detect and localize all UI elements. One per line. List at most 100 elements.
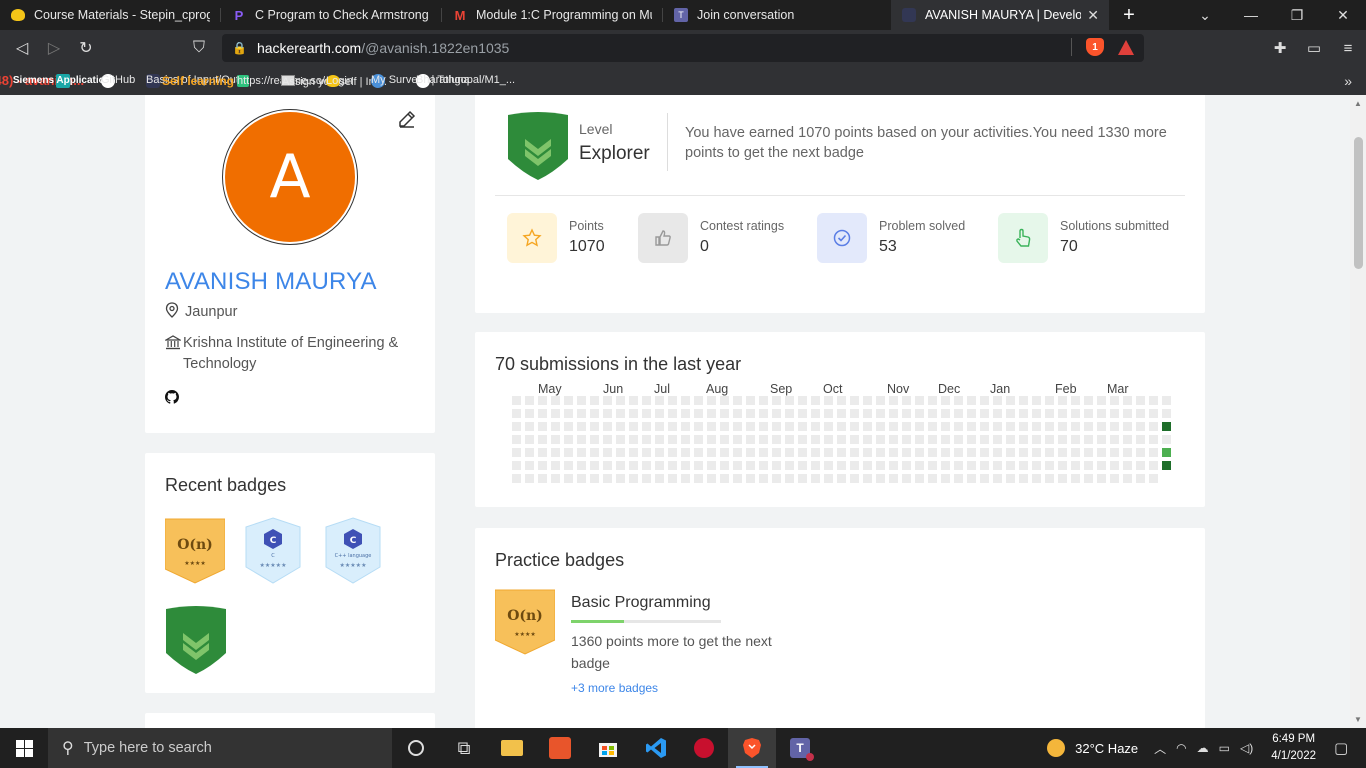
- windows-start-icon[interactable]: [0, 728, 48, 768]
- bookmark-9[interactable]: Bharathgopal/M1_...: [415, 73, 515, 89]
- heatmap-cell[interactable]: [746, 409, 755, 418]
- heatmap-cell[interactable]: [915, 435, 924, 444]
- heatmap-cell[interactable]: [824, 474, 833, 483]
- heatmap-cell[interactable]: [1084, 435, 1093, 444]
- heatmap-cell[interactable]: [1019, 448, 1028, 457]
- heatmap-cell[interactable]: [980, 474, 989, 483]
- heatmap-cell[interactable]: [1136, 435, 1145, 444]
- scrollbar-thumb[interactable]: [1354, 137, 1363, 269]
- heatmap-cell[interactable]: [629, 409, 638, 418]
- heatmap-cell[interactable]: [707, 448, 716, 457]
- heatmap-cell[interactable]: [1136, 474, 1145, 483]
- brave-rewards-icon[interactable]: [1118, 39, 1134, 55]
- heatmap-cell[interactable]: [1058, 396, 1067, 405]
- bookmark-6[interactable]: Assign yourself | Int...: [280, 73, 387, 89]
- heatmap-cell[interactable]: [1149, 474, 1158, 483]
- heatmap-cell[interactable]: [1110, 422, 1119, 431]
- wifi-icon[interactable]: ◠: [1176, 741, 1186, 755]
- heatmap-cell[interactable]: [772, 461, 781, 470]
- heatmap-cell[interactable]: [1097, 435, 1106, 444]
- heatmap-cell[interactable]: [1019, 474, 1028, 483]
- heatmap-cell[interactable]: [785, 422, 794, 431]
- heatmap-cell[interactable]: [902, 461, 911, 470]
- heatmap-cell[interactable]: [538, 396, 547, 405]
- heatmap-cell[interactable]: [1097, 474, 1106, 483]
- heatmap-cell[interactable]: [993, 435, 1002, 444]
- heatmap-cell[interactable]: [850, 422, 859, 431]
- heatmap-cell[interactable]: [954, 409, 963, 418]
- reload-icon[interactable]: ↻: [70, 32, 102, 64]
- heatmap-cell[interactable]: [1123, 409, 1132, 418]
- heatmap-cell[interactable]: [759, 396, 768, 405]
- heatmap-cell[interactable]: [512, 435, 521, 444]
- heatmap-cell[interactable]: [785, 474, 794, 483]
- heatmap-cell[interactable]: [538, 474, 547, 483]
- heatmap-cell[interactable]: [915, 461, 924, 470]
- heatmap-cell[interactable]: [967, 474, 976, 483]
- heatmap-cell[interactable]: [564, 422, 573, 431]
- heatmap-cell[interactable]: [824, 461, 833, 470]
- heatmap-cell[interactable]: [694, 396, 703, 405]
- heatmap-cell[interactable]: [798, 422, 807, 431]
- heatmap-cell[interactable]: [993, 422, 1002, 431]
- store-icon[interactable]: [584, 728, 632, 768]
- heatmap-cell[interactable]: [720, 435, 729, 444]
- heatmap-cell[interactable]: [733, 474, 742, 483]
- heatmap-cell[interactable]: [577, 409, 586, 418]
- heatmap-cell[interactable]: [1123, 396, 1132, 405]
- volume-icon[interactable]: ◁): [1240, 741, 1253, 755]
- heatmap-cell[interactable]: [837, 396, 846, 405]
- heatmap-cell[interactable]: [577, 422, 586, 431]
- heatmap-cell[interactable]: [746, 422, 755, 431]
- heatmap-cell[interactable]: [629, 474, 638, 483]
- heatmap-cell[interactable]: [590, 396, 599, 405]
- heatmap-cell[interactable]: [863, 409, 872, 418]
- heatmap-cell[interactable]: [850, 409, 859, 418]
- heatmap-cell[interactable]: [616, 461, 625, 470]
- heatmap-cell[interactable]: [746, 448, 755, 457]
- heatmap-cell[interactable]: [1136, 448, 1145, 457]
- heatmap-cell[interactable]: [1045, 474, 1054, 483]
- heatmap-cell[interactable]: [1149, 409, 1158, 418]
- taskbar-search[interactable]: ⚲ Type here to search: [48, 728, 392, 768]
- heatmap-cell[interactable]: [993, 396, 1002, 405]
- heatmap-cell[interactable]: [603, 435, 612, 444]
- basic-programming-badge[interactable]: O(n) ★★★★: [494, 588, 556, 656]
- heatmap-cell[interactable]: [954, 435, 963, 444]
- heatmap-cell[interactable]: [980, 396, 989, 405]
- heatmap-cell[interactable]: [889, 474, 898, 483]
- heatmap-cell[interactable]: [941, 448, 950, 457]
- heatmap-cell[interactable]: [720, 474, 729, 483]
- forward-icon[interactable]: ▷: [38, 32, 70, 64]
- heatmap-cell[interactable]: [1097, 448, 1106, 457]
- heatmap-cell[interactable]: [941, 474, 950, 483]
- bookmark-7[interactable]: Login: [325, 73, 353, 89]
- heatmap-cell[interactable]: [980, 461, 989, 470]
- cpp-badge[interactable]: C C++ language ★★★★★: [325, 517, 385, 585]
- heatmap-cell[interactable]: [902, 396, 911, 405]
- heatmap-cell[interactable]: [1084, 448, 1093, 457]
- heatmap-cell[interactable]: [1084, 474, 1093, 483]
- heatmap-cell[interactable]: [707, 409, 716, 418]
- heatmap-cell[interactable]: [1071, 422, 1080, 431]
- heatmap-cell[interactable]: [1058, 461, 1067, 470]
- heatmap-cell[interactable]: [668, 435, 677, 444]
- heatmap-cell[interactable]: [1110, 448, 1119, 457]
- heatmap-cell[interactable]: [538, 461, 547, 470]
- heatmap-cell[interactable]: [1058, 448, 1067, 457]
- heatmap-cell[interactable]: [538, 435, 547, 444]
- heatmap-cell[interactable]: [1097, 422, 1106, 431]
- heatmap-cell[interactable]: [1162, 461, 1171, 470]
- heatmap-cell[interactable]: [681, 435, 690, 444]
- heatmap-cell[interactable]: [1149, 448, 1158, 457]
- heatmap-cell[interactable]: [759, 448, 768, 457]
- heatmap-cell[interactable]: [616, 474, 625, 483]
- heatmap-cell[interactable]: [681, 409, 690, 418]
- heatmap-cell[interactable]: [577, 435, 586, 444]
- heatmap-cell[interactable]: [915, 448, 924, 457]
- heatmap-cell[interactable]: [954, 422, 963, 431]
- heatmap-cell[interactable]: [694, 461, 703, 470]
- wallet-icon[interactable]: ▭: [1304, 39, 1324, 57]
- heatmap-cell[interactable]: [1006, 448, 1015, 457]
- heatmap-cell[interactable]: [720, 461, 729, 470]
